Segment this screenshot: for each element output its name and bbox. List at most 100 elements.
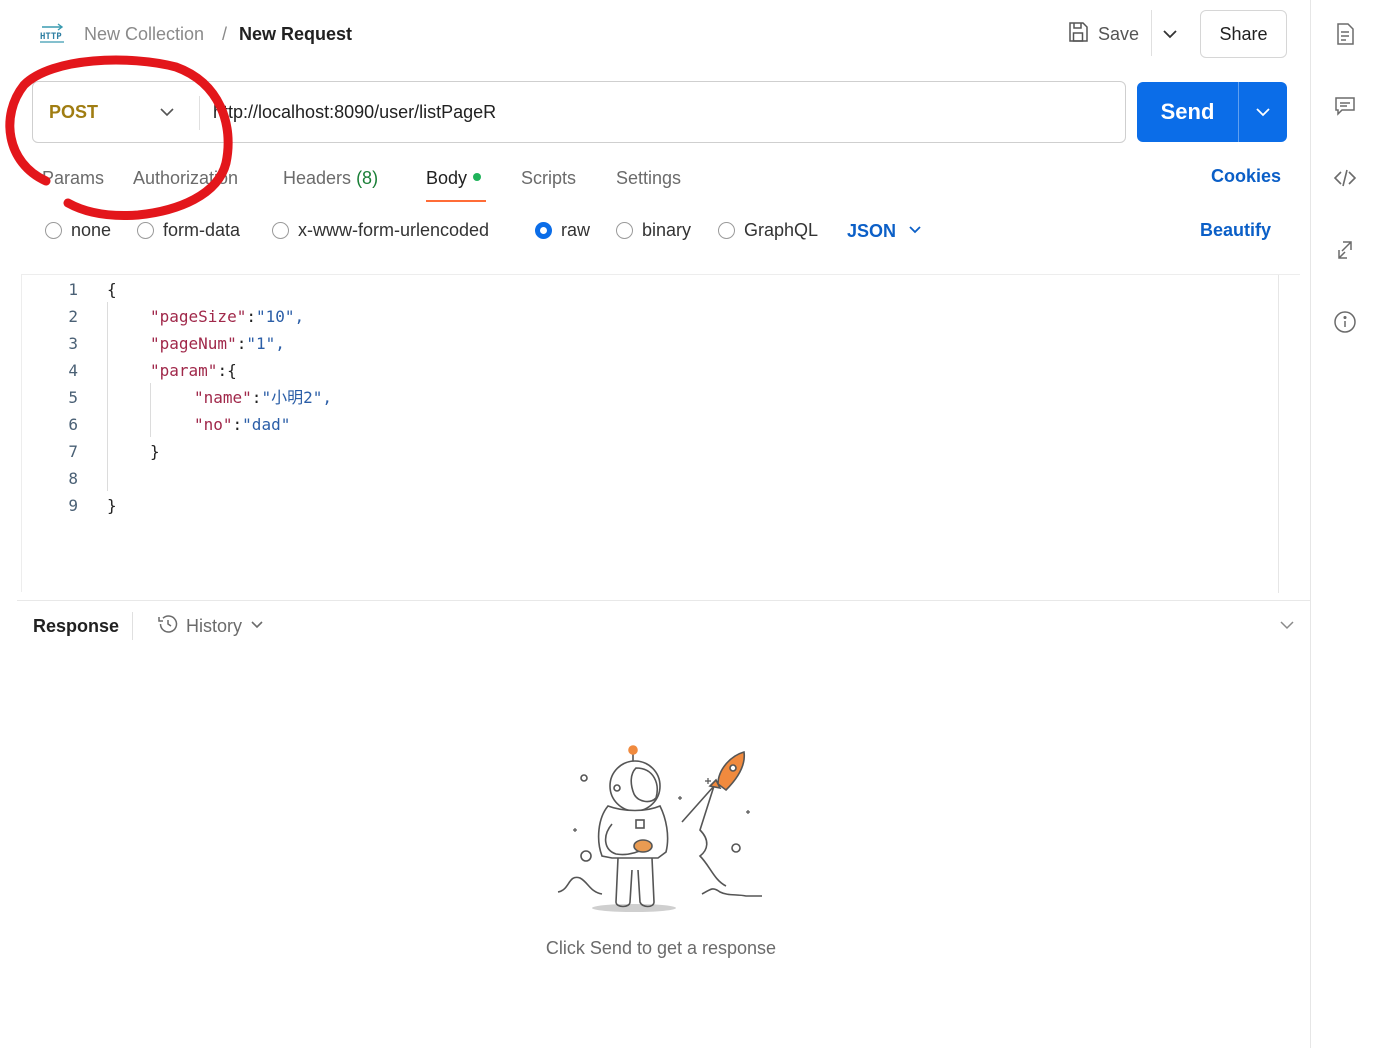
line-number: 7 [68,442,78,461]
chevron-down-icon[interactable] [157,100,177,124]
line-number: 6 [68,415,78,434]
history-icon [156,612,180,641]
save-label: Save [1098,23,1140,44]
json-value: "小明2", [261,388,332,407]
astronaut-illustration [550,740,772,918]
tab-body[interactable]: Body [426,166,482,190]
tab-headers[interactable]: Headers (8) [283,166,378,190]
body-mode-label: form-data [163,220,241,240]
tab-headers-count: (8) [356,168,379,188]
empty-response-message: Click Send to get a response [545,938,777,958]
url-bar: POST [32,81,1126,143]
code-editor[interactable]: 1 2 3 4 5 6 7 8 9 { "pageSize":"10", "pa… [21,274,1300,593]
method-label: POST [49,101,99,122]
radio-none[interactable] [45,222,62,239]
code-line: { [107,280,117,299]
breadcrumb-collection[interactable]: New Collection [84,22,204,46]
line-number: 9 [68,496,78,515]
tab-settings[interactable]: Settings [616,166,681,190]
body-mode-none[interactable]: none [45,220,111,241]
line-number: 8 [68,469,78,488]
svg-text:HTTP: HTTP [40,32,62,42]
related-icon[interactable] [1333,238,1357,262]
code-line: "param":{ [150,361,237,380]
right-sidebar [1310,0,1374,1048]
radio-form-data[interactable] [137,222,154,239]
history-button[interactable]: History [156,612,266,641]
chevron-down-icon [906,220,924,243]
chevron-down-icon[interactable] [1251,100,1275,124]
radio-raw[interactable] [535,222,552,239]
code-icon[interactable] [1333,166,1357,190]
tab-body-label: Body [426,168,468,188]
documentation-icon[interactable] [1333,22,1357,46]
line-number: 4 [68,361,78,380]
info-icon[interactable] [1333,310,1357,334]
indent-guide [107,302,108,491]
chevron-down-icon[interactable] [1276,614,1298,636]
comments-icon[interactable] [1333,94,1357,118]
json-key: "pageNum" [150,334,237,353]
body-mode-label: raw [561,220,591,240]
editor-scrollbar[interactable] [1278,275,1279,593]
line-number: 3 [68,334,78,353]
line-number: 1 [68,280,78,299]
format-label: JSON [847,221,897,241]
radio-urlencoded[interactable] [272,222,289,239]
save-icon [1066,20,1090,49]
request-workspace: HTTP New Collection / New Request Save S… [0,0,1311,1048]
save-button[interactable]: Save [1060,14,1152,54]
body-mode-graphql[interactable]: GraphQL [718,220,818,241]
chevron-down-icon[interactable] [1158,22,1182,46]
body-mode-label: none [71,220,112,240]
send-divider [1238,82,1239,142]
code-line: } [107,496,117,515]
http-icon: HTTP [38,22,68,46]
json-value: "10", [255,307,305,326]
tab-scripts[interactable]: Scripts [521,166,576,190]
url-input[interactable] [213,92,1113,132]
breadcrumb-separator: / [222,24,228,44]
json-key: "pageSize" [150,307,247,326]
response-header-divider [132,612,133,640]
code-line: "pageSize":"10", [150,307,305,326]
body-mode-label: binary [642,220,692,240]
tab-authorization[interactable]: Authorization [133,166,238,190]
body-mode-form-data[interactable]: form-data [137,220,240,241]
body-mode-urlencoded[interactable]: x-www-form-urlencoded [272,220,489,241]
line-number: 5 [68,388,78,407]
method-divider [199,96,200,130]
radio-graphql[interactable] [718,222,735,239]
beautify-link[interactable]: Beautify [1200,220,1271,241]
chevron-down-icon [248,615,266,638]
cookies-link[interactable]: Cookies [1211,166,1281,187]
body-mode-raw[interactable]: raw [535,220,590,241]
response-title: Response [33,616,120,636]
body-modified-dot [473,173,482,181]
code-line: "name":"小明2", [194,388,332,407]
code-line: } [150,442,160,461]
body-mode-label: GraphQL [744,220,819,240]
json-key: "no" [194,415,233,434]
json-key: "param" [150,361,218,380]
send-button[interactable]: Send [1137,82,1287,142]
tab-params[interactable]: Params [42,166,104,190]
response-divider[interactable] [17,600,1310,601]
indent-guide [150,383,151,437]
share-button[interactable]: Share [1200,10,1287,58]
active-tab-indicator [426,200,486,202]
code-line: "pageNum":"1", [150,334,285,353]
body-mode-label: x-www-form-urlencoded [298,220,490,240]
code-line: "no":"dad" [194,415,291,434]
radio-binary[interactable] [616,222,633,239]
format-select[interactable]: JSON [847,220,924,243]
send-label: Send [1160,99,1215,124]
json-value: "dad" [242,415,291,434]
json-key: "name" [194,388,252,407]
json-value: { [227,361,237,380]
line-number: 2 [68,307,78,326]
tab-headers-label: Headers [283,168,352,188]
body-mode-binary[interactable]: binary [616,220,691,241]
breadcrumb-request-title[interactable]: New Request [239,22,352,46]
save-divider [1151,10,1152,56]
